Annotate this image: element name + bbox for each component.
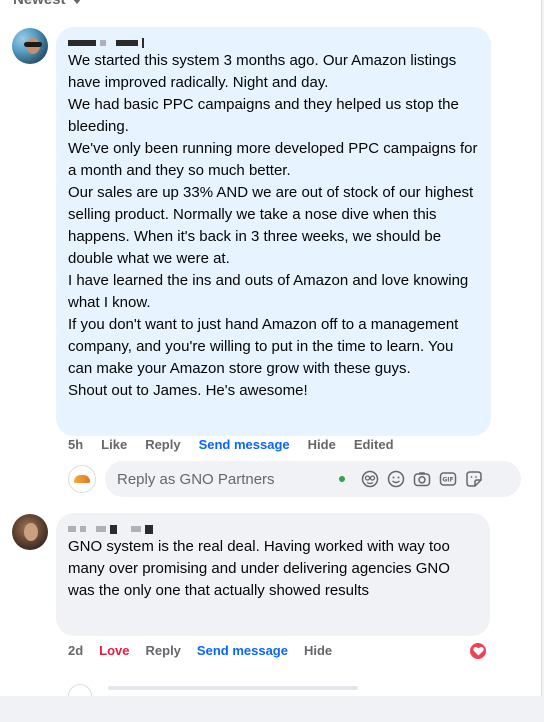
edited-label[interactable]: Edited bbox=[354, 437, 394, 452]
page-avatar[interactable] bbox=[68, 465, 96, 493]
emoji-icon[interactable] bbox=[387, 470, 405, 488]
reply-button[interactable]: Reply bbox=[145, 437, 180, 452]
send-message-button[interactable]: Send message bbox=[199, 437, 290, 452]
avatar[interactable] bbox=[12, 514, 48, 550]
hide-button[interactable]: Hide bbox=[308, 437, 336, 452]
chevron-down-icon bbox=[71, 0, 82, 4]
comment-text: We started this system 3 months ago. Our… bbox=[68, 52, 478, 399]
reply-button[interactable]: Reply bbox=[146, 643, 181, 658]
like-button[interactable]: Like bbox=[101, 437, 127, 452]
svg-text:GIF: GIF bbox=[442, 477, 453, 484]
gif-icon[interactable]: GIF bbox=[439, 470, 457, 488]
comment-bubble: We started this system 3 months ago. Our… bbox=[56, 27, 491, 436]
comment-actions: 2d Love Reply Send message Hide bbox=[68, 643, 348, 658]
sort-dropdown[interactable]: Newest bbox=[13, 0, 82, 8]
comment-time[interactable]: 5h bbox=[68, 437, 83, 452]
reply-input[interactable] bbox=[117, 470, 327, 488]
reply-composer: GIF bbox=[68, 461, 521, 497]
comment-bubble: GNO system is the real deal. Having work… bbox=[56, 513, 490, 636]
sticker-icon[interactable] bbox=[465, 470, 483, 488]
comment-time[interactable]: 2d bbox=[68, 643, 83, 658]
heart-icon[interactable] bbox=[468, 641, 488, 661]
comment-actions: 5h Like Reply Send message Hide Edited bbox=[68, 437, 412, 452]
sort-label: Newest bbox=[13, 0, 66, 8]
next-comment-preview bbox=[68, 680, 368, 696]
online-dot bbox=[339, 476, 345, 482]
reply-box[interactable]: GIF bbox=[105, 461, 521, 497]
comments-panel: Newest We started this system 3 months a… bbox=[0, 0, 542, 696]
camera-icon[interactable] bbox=[413, 470, 431, 488]
send-message-button[interactable]: Send message bbox=[197, 643, 288, 658]
author-name-redacted[interactable] bbox=[68, 37, 479, 49]
author-name-redacted[interactable] bbox=[68, 523, 478, 535]
avatar-sticker-icon[interactable] bbox=[361, 470, 379, 488]
avatar[interactable] bbox=[12, 28, 48, 64]
hide-button[interactable]: Hide bbox=[304, 643, 332, 658]
comment-text: GNO system is the real deal. Having work… bbox=[68, 538, 450, 599]
love-button[interactable]: Love bbox=[99, 643, 129, 658]
